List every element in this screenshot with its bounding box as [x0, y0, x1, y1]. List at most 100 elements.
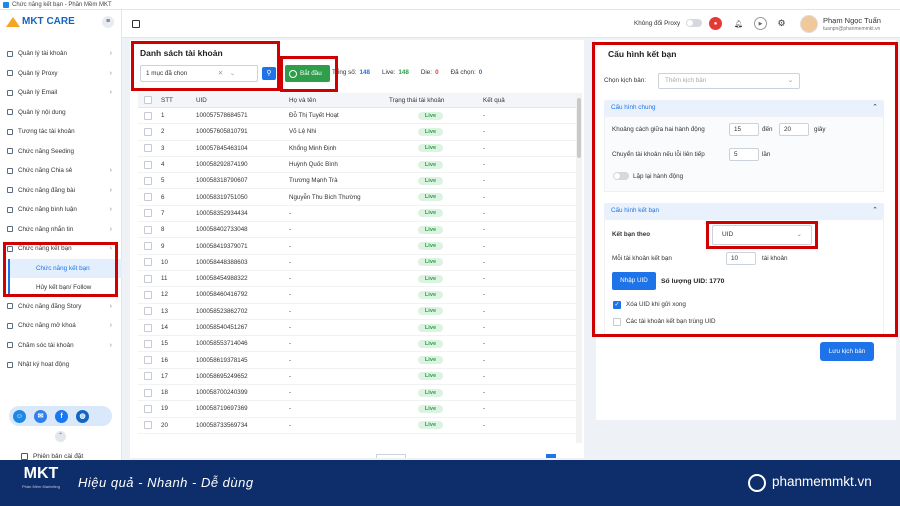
- column-header[interactable]: STT: [158, 97, 196, 104]
- table-row[interactable]: 2 100057605810791 Võ Lệ Nhi Live -: [138, 124, 576, 141]
- status-badge: Live: [417, 176, 444, 185]
- sidebar-item-label: Chức năng Chia sẻ: [18, 167, 73, 175]
- sidebar-item[interactable]: Quản lý Email ›: [0, 83, 122, 103]
- collapse-up-button[interactable]: ⌃: [55, 431, 66, 442]
- cell-stt: 17: [161, 372, 168, 380]
- row-checkbox[interactable]: [144, 225, 152, 234]
- gear-icon[interactable]: ⚙: [775, 17, 788, 30]
- row-checkbox[interactable]: [144, 372, 152, 381]
- table-row[interactable]: 9 100058419379071 - Live -: [138, 238, 576, 255]
- row-checkbox[interactable]: [144, 307, 152, 316]
- column-header[interactable]: UID: [196, 97, 289, 104]
- sidebar-item[interactable]: Chức năng Chia sẻ ›: [0, 161, 122, 181]
- cell-name: -: [289, 226, 292, 234]
- row-select-cell: [138, 274, 158, 283]
- table-row[interactable]: 3 100057845463104 Khổng Minh Định Live -: [138, 141, 576, 157]
- table-row[interactable]: 18 100058700240399 - Live -: [138, 385, 576, 402]
- cell-result: -: [483, 389, 486, 397]
- sidebar-item[interactable]: Chức năng đăng bài ›: [0, 181, 122, 201]
- cell-name: -: [289, 356, 292, 364]
- table-row[interactable]: 20 100058733569734 - Live -: [138, 418, 576, 434]
- row-checkbox[interactable]: [144, 323, 152, 332]
- row-checkbox[interactable]: [144, 242, 152, 251]
- account-list-card: Danh sách tài khoản 1 mục đã chọn ✕ ⌄ ⚲ …: [130, 40, 584, 458]
- table-row[interactable]: 4 100058292874190 Huỳnh Quốc Bình Live -: [138, 157, 576, 174]
- sidebar-item[interactable]: Chức năng bình luận ›: [0, 200, 122, 220]
- row-checkbox[interactable]: [144, 339, 152, 348]
- table-row[interactable]: 14 100058540451267 - Live -: [138, 320, 576, 337]
- panel-toggle-icon[interactable]: [132, 20, 140, 28]
- table-row[interactable]: 13 100058523862702 - Live -: [138, 304, 576, 320]
- status-badge: Live: [417, 225, 444, 234]
- select-all-checkbox[interactable]: [144, 96, 152, 104]
- table-row[interactable]: 10 100058448388603 - Live -: [138, 255, 576, 271]
- table-row[interactable]: 15 100058553714046 - Live -: [138, 336, 576, 353]
- row-checkbox[interactable]: [144, 160, 152, 169]
- row-checkbox[interactable]: [144, 176, 152, 185]
- bell-icon[interactable]: 🔔︎: [732, 17, 745, 30]
- sidebar-item[interactable]: Nhật ký hoạt động: [0, 355, 122, 375]
- page-size-select[interactable]: [376, 454, 406, 458]
- row-checkbox[interactable]: [144, 209, 152, 218]
- proxy-toggle[interactable]: [686, 19, 702, 27]
- table-row[interactable]: 1 100057578684571 Đỗ Thị Tuyết Hoạt Live -: [138, 108, 576, 125]
- table-row[interactable]: 6 100058319751050 Nguyễn Thu Bích Thường Li…: [138, 189, 576, 206]
- table-row[interactable]: 8 100058402733048 - Live -: [138, 222, 576, 239]
- sidebar-item[interactable]: Chức năng nhắn tin ›: [0, 220, 122, 240]
- menu-toggle-button[interactable]: ≡: [102, 16, 114, 28]
- row-checkbox[interactable]: [144, 144, 152, 153]
- status-badge: Live: [417, 258, 444, 267]
- sidebar-item-label: Quản lý nội dung: [18, 108, 66, 116]
- row-checkbox[interactable]: [144, 388, 152, 397]
- pagination-current[interactable]: [546, 454, 556, 458]
- play-icon[interactable]: ▶: [754, 17, 767, 30]
- row-checkbox[interactable]: [144, 111, 152, 120]
- table-row[interactable]: 17 100058695249652 - Live -: [138, 369, 576, 386]
- row-checkbox[interactable]: [144, 421, 152, 430]
- row-checkbox[interactable]: [144, 290, 152, 299]
- table-row[interactable]: 5 100058318790607 Trương Mạnh Trà Live -: [138, 173, 576, 190]
- messenger-icon[interactable]: ✉: [34, 409, 47, 423]
- sidebar-item-label: Chức năng đăng Story: [18, 302, 82, 310]
- cell-name: -: [289, 209, 292, 217]
- promo-banner: MKT Phần Mềm Marketing Hiệu quả - Nhanh …: [0, 460, 900, 506]
- row-checkbox[interactable]: [144, 356, 152, 365]
- table-scroll-thumb[interactable]: [577, 98, 581, 158]
- row-checkbox[interactable]: [144, 193, 152, 202]
- avatar[interactable]: [800, 15, 818, 33]
- status-cell: Live: [383, 307, 478, 316]
- globe-icon[interactable]: ◍: [76, 409, 89, 423]
- stat-value: 148: [359, 69, 371, 76]
- banner-website: phanmemmkt.vn: [772, 474, 872, 489]
- column-header[interactable]: Họ và tên: [289, 97, 383, 104]
- sidebar-item[interactable]: Quản lý nội dung: [0, 103, 122, 123]
- table-row[interactable]: 16 100058619378145 - Live -: [138, 352, 576, 369]
- sidebar-item[interactable]: Quản lý tài khoản ›: [0, 44, 122, 64]
- record-icon[interactable]: ●: [709, 17, 722, 30]
- cell-uid: 100058352934434: [196, 209, 248, 217]
- menu-item-icon: [7, 70, 13, 77]
- table-row[interactable]: 12 100058460416792 - Live -: [138, 287, 576, 304]
- save-script-button[interactable]: Lưu kịch bản: [820, 342, 874, 361]
- sidebar-item[interactable]: Chức năng Seeding: [0, 142, 122, 162]
- table-row[interactable]: 7 100058352934434 - Live -: [138, 206, 576, 223]
- row-select-cell: [138, 356, 158, 365]
- row-checkbox[interactable]: [144, 404, 152, 413]
- column-header[interactable]: Kết quả: [478, 97, 568, 104]
- sidebar-item[interactable]: Chăm sóc tài khoản ›: [0, 336, 122, 356]
- table-row[interactable]: 11 100058454988322 - Live -: [138, 271, 576, 288]
- sidebar-item[interactable]: Tương tác tài khoản: [0, 122, 122, 142]
- status-badge: Live: [417, 339, 444, 348]
- status-cell: Live: [383, 193, 478, 202]
- facebook-icon[interactable]: f: [55, 409, 68, 423]
- sidebar-item[interactable]: Quản lý Proxy ›: [0, 64, 122, 84]
- column-header[interactable]: Trạng thái tài khoản: [383, 97, 478, 104]
- row-checkbox[interactable]: [144, 258, 152, 267]
- sidebar-item-label: Chức năng mở khoá: [18, 322, 76, 330]
- sidebar-item[interactable]: Chức năng đăng Story ›: [0, 297, 122, 317]
- table-row[interactable]: 19 100058719697369 - Live -: [138, 401, 576, 418]
- row-checkbox[interactable]: [144, 274, 152, 283]
- support-icon[interactable]: ☺: [13, 409, 26, 423]
- row-checkbox[interactable]: [144, 127, 152, 136]
- sidebar-item[interactable]: Chức năng mở khoá ›: [0, 316, 122, 336]
